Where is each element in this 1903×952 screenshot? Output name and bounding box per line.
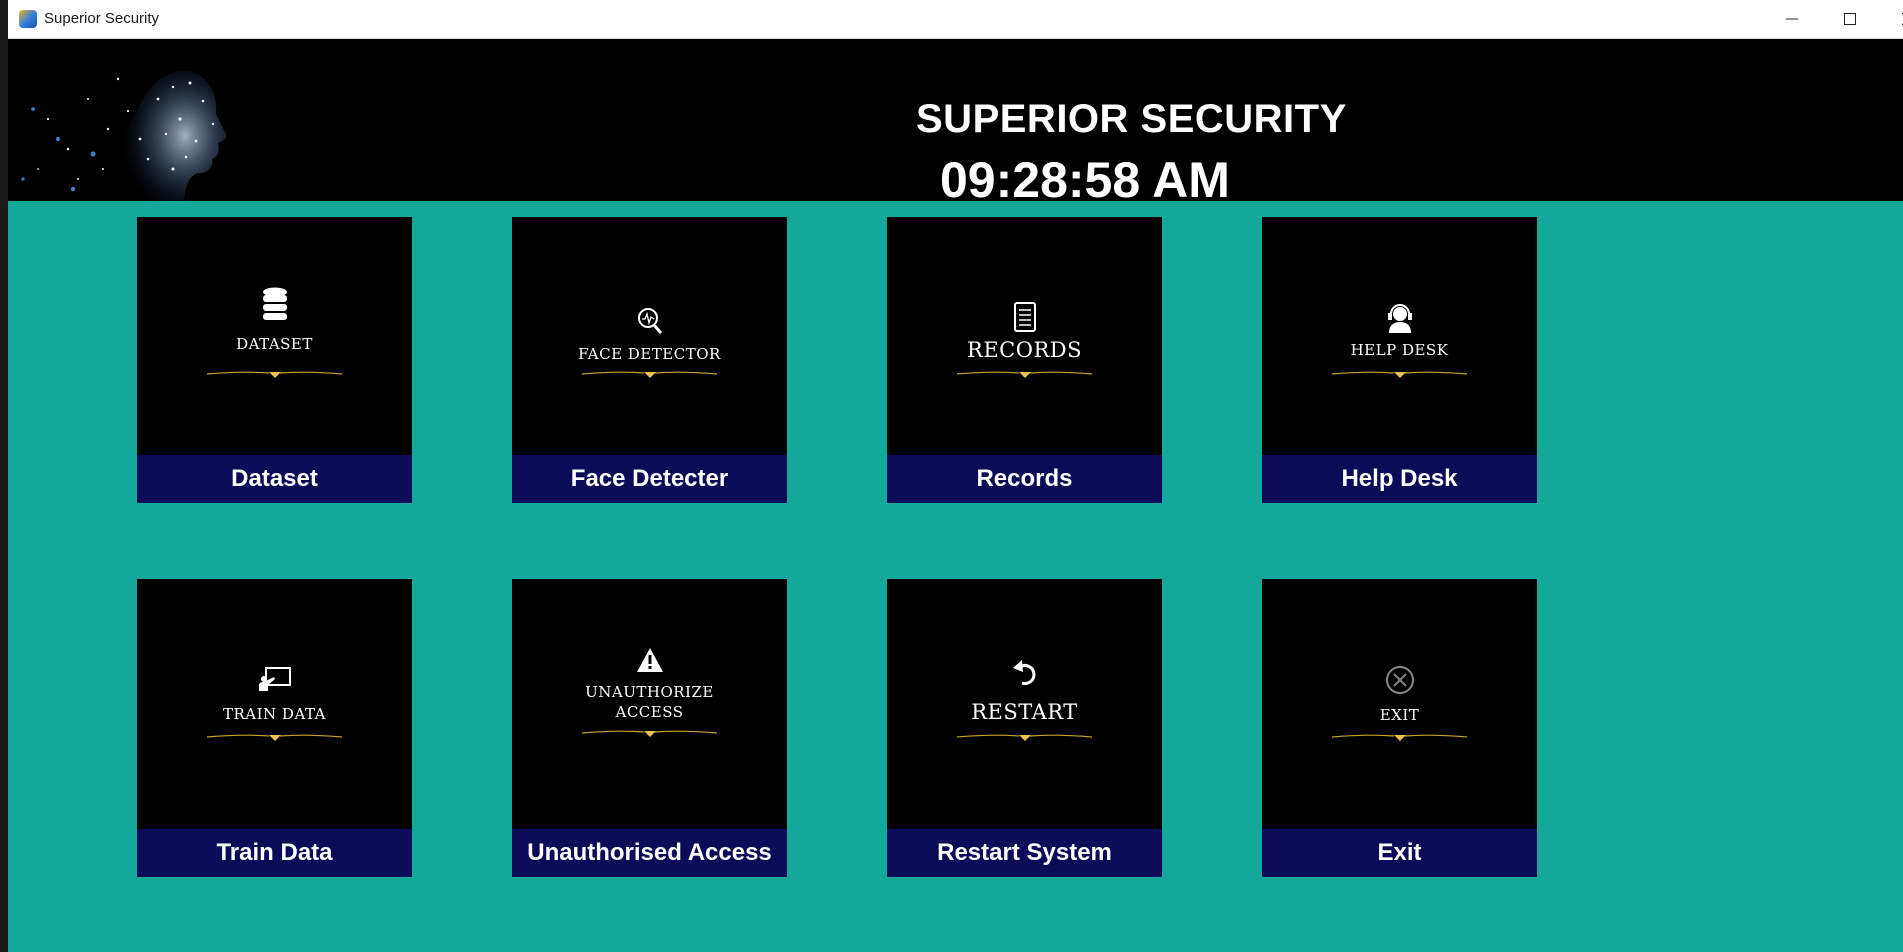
title-bar: Superior Security — [8, 0, 1903, 39]
dataset-tile-label: DATASET — [236, 335, 313, 353]
support-agent-icon — [1387, 304, 1412, 333]
close-button[interactable] — [1879, 0, 1903, 38]
train-data-tile-image[interactable]: TRAIN DATA — [137, 579, 412, 829]
face-detector-button[interactable]: Face Detecter — [512, 455, 787, 503]
help-desk-tile-label: HELP DESK — [1350, 341, 1449, 359]
train-data-tile-label: TRAIN DATA — [222, 705, 326, 723]
checklist-icon — [1013, 302, 1036, 332]
ornament-divider — [207, 734, 342, 741]
header-banner: SUPERIOR SECURITY 09:28:58 AM — [8, 39, 1903, 201]
face-detector-tile[interactable]: FACE DETECTOR Face Detecter — [512, 217, 787, 503]
ornament-divider — [957, 734, 1092, 741]
records-tile-image[interactable]: RECORDS — [887, 217, 1162, 455]
unauthorised-access-tile[interactable]: UNAUTHORIZE ACCESS Unauthorised Access — [512, 579, 787, 877]
unauthorised-access-button[interactable]: Unauthorised Access — [512, 829, 787, 877]
exit-tile[interactable]: EXIT Exit — [1262, 579, 1537, 877]
exit-icon — [1385, 666, 1414, 694]
train-data-tile[interactable]: TRAIN DATA Train Data — [137, 579, 412, 877]
help-desk-tile[interactable]: HELP DESK Help Desk — [1262, 217, 1537, 503]
ornament-divider — [207, 371, 342, 378]
restart-tile-image[interactable]: RESTART — [887, 579, 1162, 829]
records-tile-label: RECORDS — [967, 338, 1082, 362]
dataset-tile-image[interactable]: DATASET — [137, 217, 412, 455]
maximize-button[interactable] — [1821, 0, 1879, 38]
help-desk-button[interactable]: Help Desk — [1262, 455, 1537, 503]
ornament-divider — [1332, 734, 1467, 741]
app-logo-icon — [19, 10, 37, 28]
training-icon — [258, 667, 291, 691]
clock-display: 09:28:58 AM — [940, 152, 1230, 201]
records-tile[interactable]: RECORDS Records — [887, 217, 1162, 503]
face-detector-tile-label: FACE DETECTOR — [578, 345, 721, 363]
warning-icon — [636, 648, 663, 672]
dataset-tile[interactable]: DATASET Dataset — [137, 217, 412, 503]
ornament-divider — [957, 371, 1092, 378]
app-window: Superior Security SUPERIOR SECURITY 09:2… — [8, 0, 1903, 952]
maximize-icon — [1844, 13, 1856, 25]
restart-system-button[interactable]: Restart System — [887, 829, 1162, 877]
restart-tile-label: RESTART — [971, 700, 1078, 724]
face-search-icon — [637, 308, 662, 334]
ornament-divider — [582, 371, 717, 378]
exit-tile-image[interactable]: EXIT — [1262, 579, 1537, 829]
restart-icon — [1012, 660, 1035, 685]
ornament-divider — [1332, 371, 1467, 378]
exit-button[interactable]: Exit — [1262, 829, 1537, 877]
unauthorised-access-tile-label: UNAUTHORIZE ACCESS — [585, 683, 714, 721]
help-desk-tile-image[interactable]: HELP DESK — [1262, 217, 1537, 455]
database-icon — [262, 287, 287, 320]
minimize-button[interactable] — [1763, 0, 1821, 38]
records-button[interactable]: Records — [887, 455, 1162, 503]
face-detector-tile-image[interactable]: FACE DETECTOR — [512, 217, 787, 455]
ornament-divider — [582, 730, 717, 737]
app-heading: SUPERIOR SECURITY — [916, 97, 1347, 141]
digital-face-image — [21, 70, 227, 201]
minimize-icon — [1786, 18, 1798, 20]
window-title: Superior Security — [44, 10, 160, 27]
exit-tile-label: EXIT — [1379, 706, 1420, 724]
restart-tile[interactable]: RESTART Restart System — [887, 579, 1162, 877]
train-data-button[interactable]: Train Data — [137, 829, 412, 877]
dataset-button[interactable]: Dataset — [137, 455, 412, 503]
unauthorised-access-tile-image[interactable]: UNAUTHORIZE ACCESS — [512, 579, 787, 829]
